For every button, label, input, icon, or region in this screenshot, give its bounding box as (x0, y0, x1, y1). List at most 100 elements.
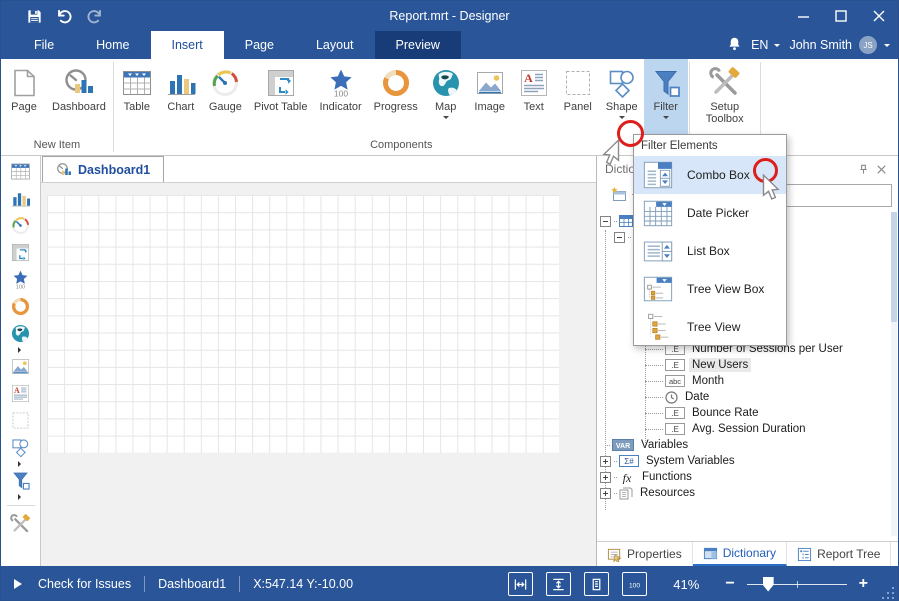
tree-connector (645, 381, 663, 382)
indicator-icon: 100 (325, 64, 357, 101)
toolbox-chart-icon[interactable] (10, 188, 32, 209)
ribbon-item-pivot-table[interactable]: Pivot Table (248, 59, 314, 138)
toolbox-progress-icon[interactable] (10, 296, 32, 317)
tab-file[interactable]: File (13, 31, 75, 59)
toolbox-shape-icon[interactable] (10, 437, 32, 458)
page-view-button[interactable] (584, 572, 609, 596)
dropdown-item-list-box[interactable]: List Box (634, 232, 786, 270)
fit-page-width-button[interactable] (508, 572, 533, 596)
fit-page-height-button[interactable] (546, 572, 571, 596)
ribbon-item-image[interactable]: Image (468, 59, 512, 138)
toolbox-table-icon[interactable] (10, 161, 32, 182)
setup-toolbox-icon (709, 64, 741, 101)
tree-connector (645, 365, 663, 366)
ribbon-item-map[interactable]: Map (424, 59, 468, 138)
tree-item-bounce-rate[interactable]: .EBounce Rate (597, 405, 898, 421)
close-panel-icon[interactable] (872, 161, 890, 177)
tree-connector (645, 397, 663, 398)
zoom-slider[interactable] (747, 584, 847, 585)
flyout-arrow-icon[interactable] (18, 461, 24, 467)
svg-text:abc: abc (669, 377, 681, 386)
flyout-arrow-icon[interactable] (18, 494, 24, 500)
tab-home[interactable]: Home (75, 31, 150, 59)
collapse-minus-icon[interactable] (600, 216, 611, 227)
panel-tab-properties[interactable]: Properties (597, 542, 693, 566)
svg-text:.E: .E (671, 361, 679, 370)
chevron-down-icon (774, 44, 780, 50)
tree-connector (614, 493, 617, 494)
ribbon-item-indicator[interactable]: 100Indicator (313, 59, 367, 138)
ribbon-item-text[interactable]: AText (512, 59, 556, 138)
close-button[interactable] (860, 1, 898, 31)
redo-icon[interactable] (85, 7, 103, 25)
resize-grip[interactable] (880, 585, 894, 599)
panel-tab-dictionary[interactable]: Dictionary (693, 542, 787, 566)
zoom-out-button[interactable]: − (721, 575, 738, 593)
panel-tab-report-tree[interactable]: Report Tree (787, 542, 891, 566)
zoom-100-button[interactable]: 100 (622, 572, 647, 596)
collapse-minus-icon[interactable] (614, 232, 625, 243)
check-for-issues-button[interactable]: Check for Issues (38, 577, 131, 591)
system-variables-icon: Σ# (619, 455, 639, 467)
toolbox-setup-toolbox-icon[interactable] (10, 514, 32, 535)
toolbox-filter-icon[interactable] (10, 470, 32, 491)
document-tab-dashboard1[interactable]: Dashboard1 (42, 156, 164, 182)
tree-item-functions[interactable]: fxFunctions (597, 469, 898, 485)
tree-item-variables[interactable]: VARVariables (597, 437, 898, 453)
ribbon-item-setup-toolbox[interactable]: Setup Toolbox (691, 59, 759, 138)
tree-item-system-variables[interactable]: Σ#System Variables (597, 453, 898, 469)
flyout-arrow-icon[interactable] (18, 347, 24, 353)
pin-icon[interactable] (854, 161, 872, 177)
ribbon-item-filter[interactable]: Filter (644, 59, 688, 138)
tab-insert[interactable]: Insert (151, 31, 224, 59)
tab-page[interactable]: Page (224, 31, 295, 59)
dashboard-page-grid[interactable] (47, 195, 559, 453)
expand-plus-icon[interactable] (600, 456, 611, 467)
tab-preview[interactable]: Preview (375, 31, 461, 59)
user-menu[interactable]: John Smith JS (789, 36, 890, 54)
toolbox-map-icon[interactable] (10, 323, 32, 344)
ribbon-item-page[interactable]: Page (2, 59, 46, 138)
dropdown-item-tree-view[interactable]: Tree View (634, 308, 786, 346)
notifications-bell-icon[interactable] (727, 36, 742, 54)
toolbox-indicator-icon[interactable]: 100 (10, 269, 32, 290)
tree-item-date[interactable]: Date (597, 389, 898, 405)
toolbox-text-icon[interactable]: A (10, 383, 32, 404)
design-canvas[interactable] (41, 183, 596, 566)
ribbon-item-dashboard[interactable]: Dashboard (46, 59, 112, 138)
minimize-button[interactable] (784, 1, 822, 31)
scrollbar-thumb[interactable] (891, 212, 897, 322)
status-coordinates: X:547.14 Y:-10.00 (253, 577, 353, 591)
tab-layout[interactable]: Layout (295, 31, 375, 59)
toolbox-pivot-table-icon[interactable] (10, 242, 32, 263)
zoom-slider-thumb[interactable] (763, 577, 774, 592)
tree-item-month[interactable]: abcMonth (597, 373, 898, 389)
tree-scrollbar[interactable] (891, 212, 897, 536)
report-tree-icon (797, 547, 812, 562)
ribbon-item-progress[interactable]: Progress (368, 59, 424, 138)
expand-plus-icon[interactable] (600, 488, 611, 499)
ribbon-item-chart[interactable]: Chart (159, 59, 203, 138)
dropdown-item-tree-view-box[interactable]: Tree View Box (634, 270, 786, 308)
svg-text:fx: fx (623, 471, 632, 484)
ribbon-item-panel[interactable]: Panel (556, 59, 600, 138)
expand-plus-icon[interactable] (600, 472, 611, 483)
undo-icon[interactable] (55, 7, 73, 25)
tree-item-resources[interactable]: Resources (597, 485, 898, 501)
toolbox-panel-icon[interactable] (10, 410, 32, 431)
ribbon-item-label: Dashboard (52, 101, 106, 113)
ribbon-item-label: Setup Toolbox (697, 101, 753, 125)
tree-item-avg-session-duration[interactable]: .EAvg. Session Duration (597, 421, 898, 437)
toolbox-image-icon[interactable] (10, 356, 32, 377)
tree-item-new-users[interactable]: .ENew Users (597, 357, 898, 373)
ribbon-item-gauge[interactable]: Gauge (203, 59, 248, 138)
maximize-button[interactable] (822, 1, 860, 31)
chevron-down-icon (663, 116, 669, 122)
language-selector[interactable]: EN (751, 38, 780, 52)
ribbon-item-label: Map (435, 101, 456, 113)
zoom-in-button[interactable]: + (855, 575, 872, 593)
dropdown-item-label: Tree View Box (687, 282, 764, 296)
ribbon-item-table[interactable]: Table (115, 59, 159, 138)
save-icon[interactable] (25, 7, 43, 25)
toolbox-gauge-icon[interactable] (10, 215, 32, 236)
